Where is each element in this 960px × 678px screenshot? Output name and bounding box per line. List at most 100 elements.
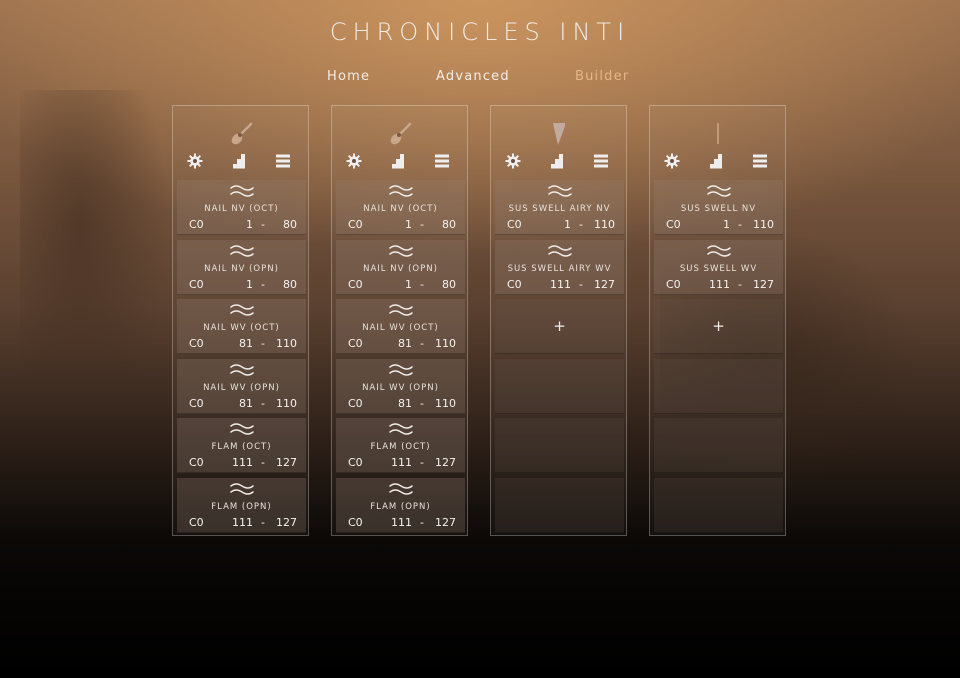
slot-name: NAIL NV (OCT) [363, 204, 438, 214]
plus-icon[interactable]: + [654, 317, 783, 335]
gear-icon[interactable] [345, 152, 363, 170]
articulation-slot[interactable]: FLAM (OCT) C0 111-127 [336, 418, 465, 473]
articulation-slot[interactable]: SUS SWELL AIRY NV C0 1-110 [495, 180, 624, 235]
velocity-high[interactable]: 80 [273, 278, 297, 291]
articulation-slot[interactable]: NAIL WV (OCT) C0 81-110 [336, 299, 465, 354]
velocity-low[interactable]: 1 [535, 218, 571, 231]
articulation-slot[interactable]: FLAM (OPN) C0 111-127 [177, 478, 306, 533]
velocity-low[interactable]: 1 [217, 278, 253, 291]
key-label[interactable]: C0 [348, 397, 363, 410]
key-label[interactable]: C0 [666, 218, 681, 231]
velocity-high[interactable]: 127 [750, 278, 774, 291]
key-label[interactable]: C0 [348, 516, 363, 529]
articulation-slot[interactable]: SUS SWELL AIRY WV C0 111-127 [495, 240, 624, 295]
velocity-low[interactable]: 1 [376, 218, 412, 231]
velocity-low[interactable]: 111 [376, 456, 412, 469]
articulation-slot[interactable]: NAIL WV (OPN) C0 81-110 [336, 359, 465, 414]
articulation-slot[interactable]: NAIL WV (OCT) C0 81-110 [177, 299, 306, 354]
articulation-slot[interactable]: NAIL NV (OPN) C0 1-80 [177, 240, 306, 295]
menu-icon[interactable] [433, 152, 451, 170]
velocity-high[interactable]: 127 [273, 516, 297, 529]
key-label[interactable]: C0 [507, 278, 522, 291]
velocity-low[interactable]: 1 [376, 278, 412, 291]
key-label[interactable]: C0 [189, 337, 204, 350]
stairs-icon[interactable] [230, 152, 248, 170]
empty-slot[interactable] [495, 418, 624, 473]
velocity-low[interactable]: 81 [217, 337, 253, 350]
velocity-high[interactable]: 110 [432, 397, 456, 410]
column-toolbar [332, 152, 467, 172]
stairs-icon[interactable] [548, 152, 566, 170]
slot-name: NAIL NV (OCT) [204, 204, 279, 214]
articulation-slot[interactable]: NAIL NV (OPN) C0 1-80 [336, 240, 465, 295]
empty-slot[interactable] [654, 478, 783, 533]
key-label[interactable]: C0 [348, 456, 363, 469]
key-label[interactable]: C0 [189, 278, 204, 291]
velocity-low[interactable]: 1 [217, 218, 253, 231]
stairs-icon[interactable] [707, 152, 725, 170]
velocity-low[interactable]: 111 [217, 456, 253, 469]
articulation-slot[interactable]: NAIL NV (OCT) C0 1-80 [336, 180, 465, 235]
velocity-low[interactable]: 111 [535, 278, 571, 291]
slot-name: FLAM (OPN) [211, 502, 272, 512]
velocity-high[interactable]: 80 [432, 278, 456, 291]
key-label[interactable]: C0 [348, 278, 363, 291]
velocity-low[interactable]: 111 [694, 278, 730, 291]
wave-icon [495, 184, 624, 200]
slot-name: FLAM (OCT) [370, 442, 431, 452]
velocity-high[interactable]: 127 [591, 278, 615, 291]
velocity-high[interactable]: 80 [432, 218, 456, 231]
menu-icon[interactable] [592, 152, 610, 170]
key-label[interactable]: C0 [189, 456, 204, 469]
slot-range: C0 81-110 [177, 397, 306, 411]
gear-icon[interactable] [504, 152, 522, 170]
key-label[interactable]: C0 [507, 218, 522, 231]
velocity-low[interactable]: 1 [694, 218, 730, 231]
key-label[interactable]: C0 [189, 397, 204, 410]
menu-icon[interactable] [751, 152, 769, 170]
empty-slot[interactable] [495, 478, 624, 533]
empty-slot[interactable] [654, 418, 783, 473]
velocity-high[interactable]: 110 [591, 218, 615, 231]
wave-icon [336, 303, 465, 319]
key-label[interactable]: C0 [348, 218, 363, 231]
tab-home[interactable]: Home [327, 69, 370, 84]
articulation-slot[interactable]: NAIL NV (OCT) C0 1-80 [177, 180, 306, 235]
articulation-slot[interactable]: FLAM (OPN) C0 111-127 [336, 478, 465, 533]
stairs-icon[interactable] [389, 152, 407, 170]
key-label[interactable]: C0 [666, 278, 681, 291]
slot-name: NAIL WV (OCT) [203, 323, 280, 333]
velocity-high[interactable]: 110 [750, 218, 774, 231]
velocity-high[interactable]: 110 [273, 337, 297, 350]
add-slot-button[interactable]: + [495, 299, 624, 354]
tab-advanced[interactable]: Advanced [436, 69, 510, 84]
wave-icon [654, 184, 783, 200]
key-label[interactable]: C0 [189, 516, 204, 529]
articulation-slot[interactable]: SUS SWELL NV C0 1-110 [654, 180, 783, 235]
velocity-low[interactable]: 81 [376, 337, 412, 350]
key-label[interactable]: C0 [348, 337, 363, 350]
gear-icon[interactable] [186, 152, 204, 170]
tab-builder[interactable]: Builder [575, 69, 629, 84]
velocity-high[interactable]: 110 [432, 337, 456, 350]
velocity-low[interactable]: 111 [217, 516, 253, 529]
menu-icon[interactable] [274, 152, 292, 170]
gear-icon[interactable] [663, 152, 681, 170]
key-label[interactable]: C0 [189, 218, 204, 231]
add-slot-button[interactable]: + [654, 299, 783, 354]
articulation-slot[interactable]: FLAM (OCT) C0 111-127 [177, 418, 306, 473]
empty-slot[interactable] [495, 359, 624, 414]
velocity-high[interactable]: 127 [432, 516, 456, 529]
articulation-slot[interactable]: NAIL WV (OPN) C0 81-110 [177, 359, 306, 414]
velocity-high[interactable]: 110 [273, 397, 297, 410]
velocity-high[interactable]: 127 [432, 456, 456, 469]
velocity-high[interactable]: 80 [273, 218, 297, 231]
range-dash: - [420, 516, 424, 529]
empty-slot[interactable] [654, 359, 783, 414]
velocity-low[interactable]: 111 [376, 516, 412, 529]
velocity-low[interactable]: 81 [376, 397, 412, 410]
articulation-slot[interactable]: SUS SWELL WV C0 111-127 [654, 240, 783, 295]
velocity-low[interactable]: 81 [217, 397, 253, 410]
velocity-high[interactable]: 127 [273, 456, 297, 469]
plus-icon[interactable]: + [495, 317, 624, 335]
